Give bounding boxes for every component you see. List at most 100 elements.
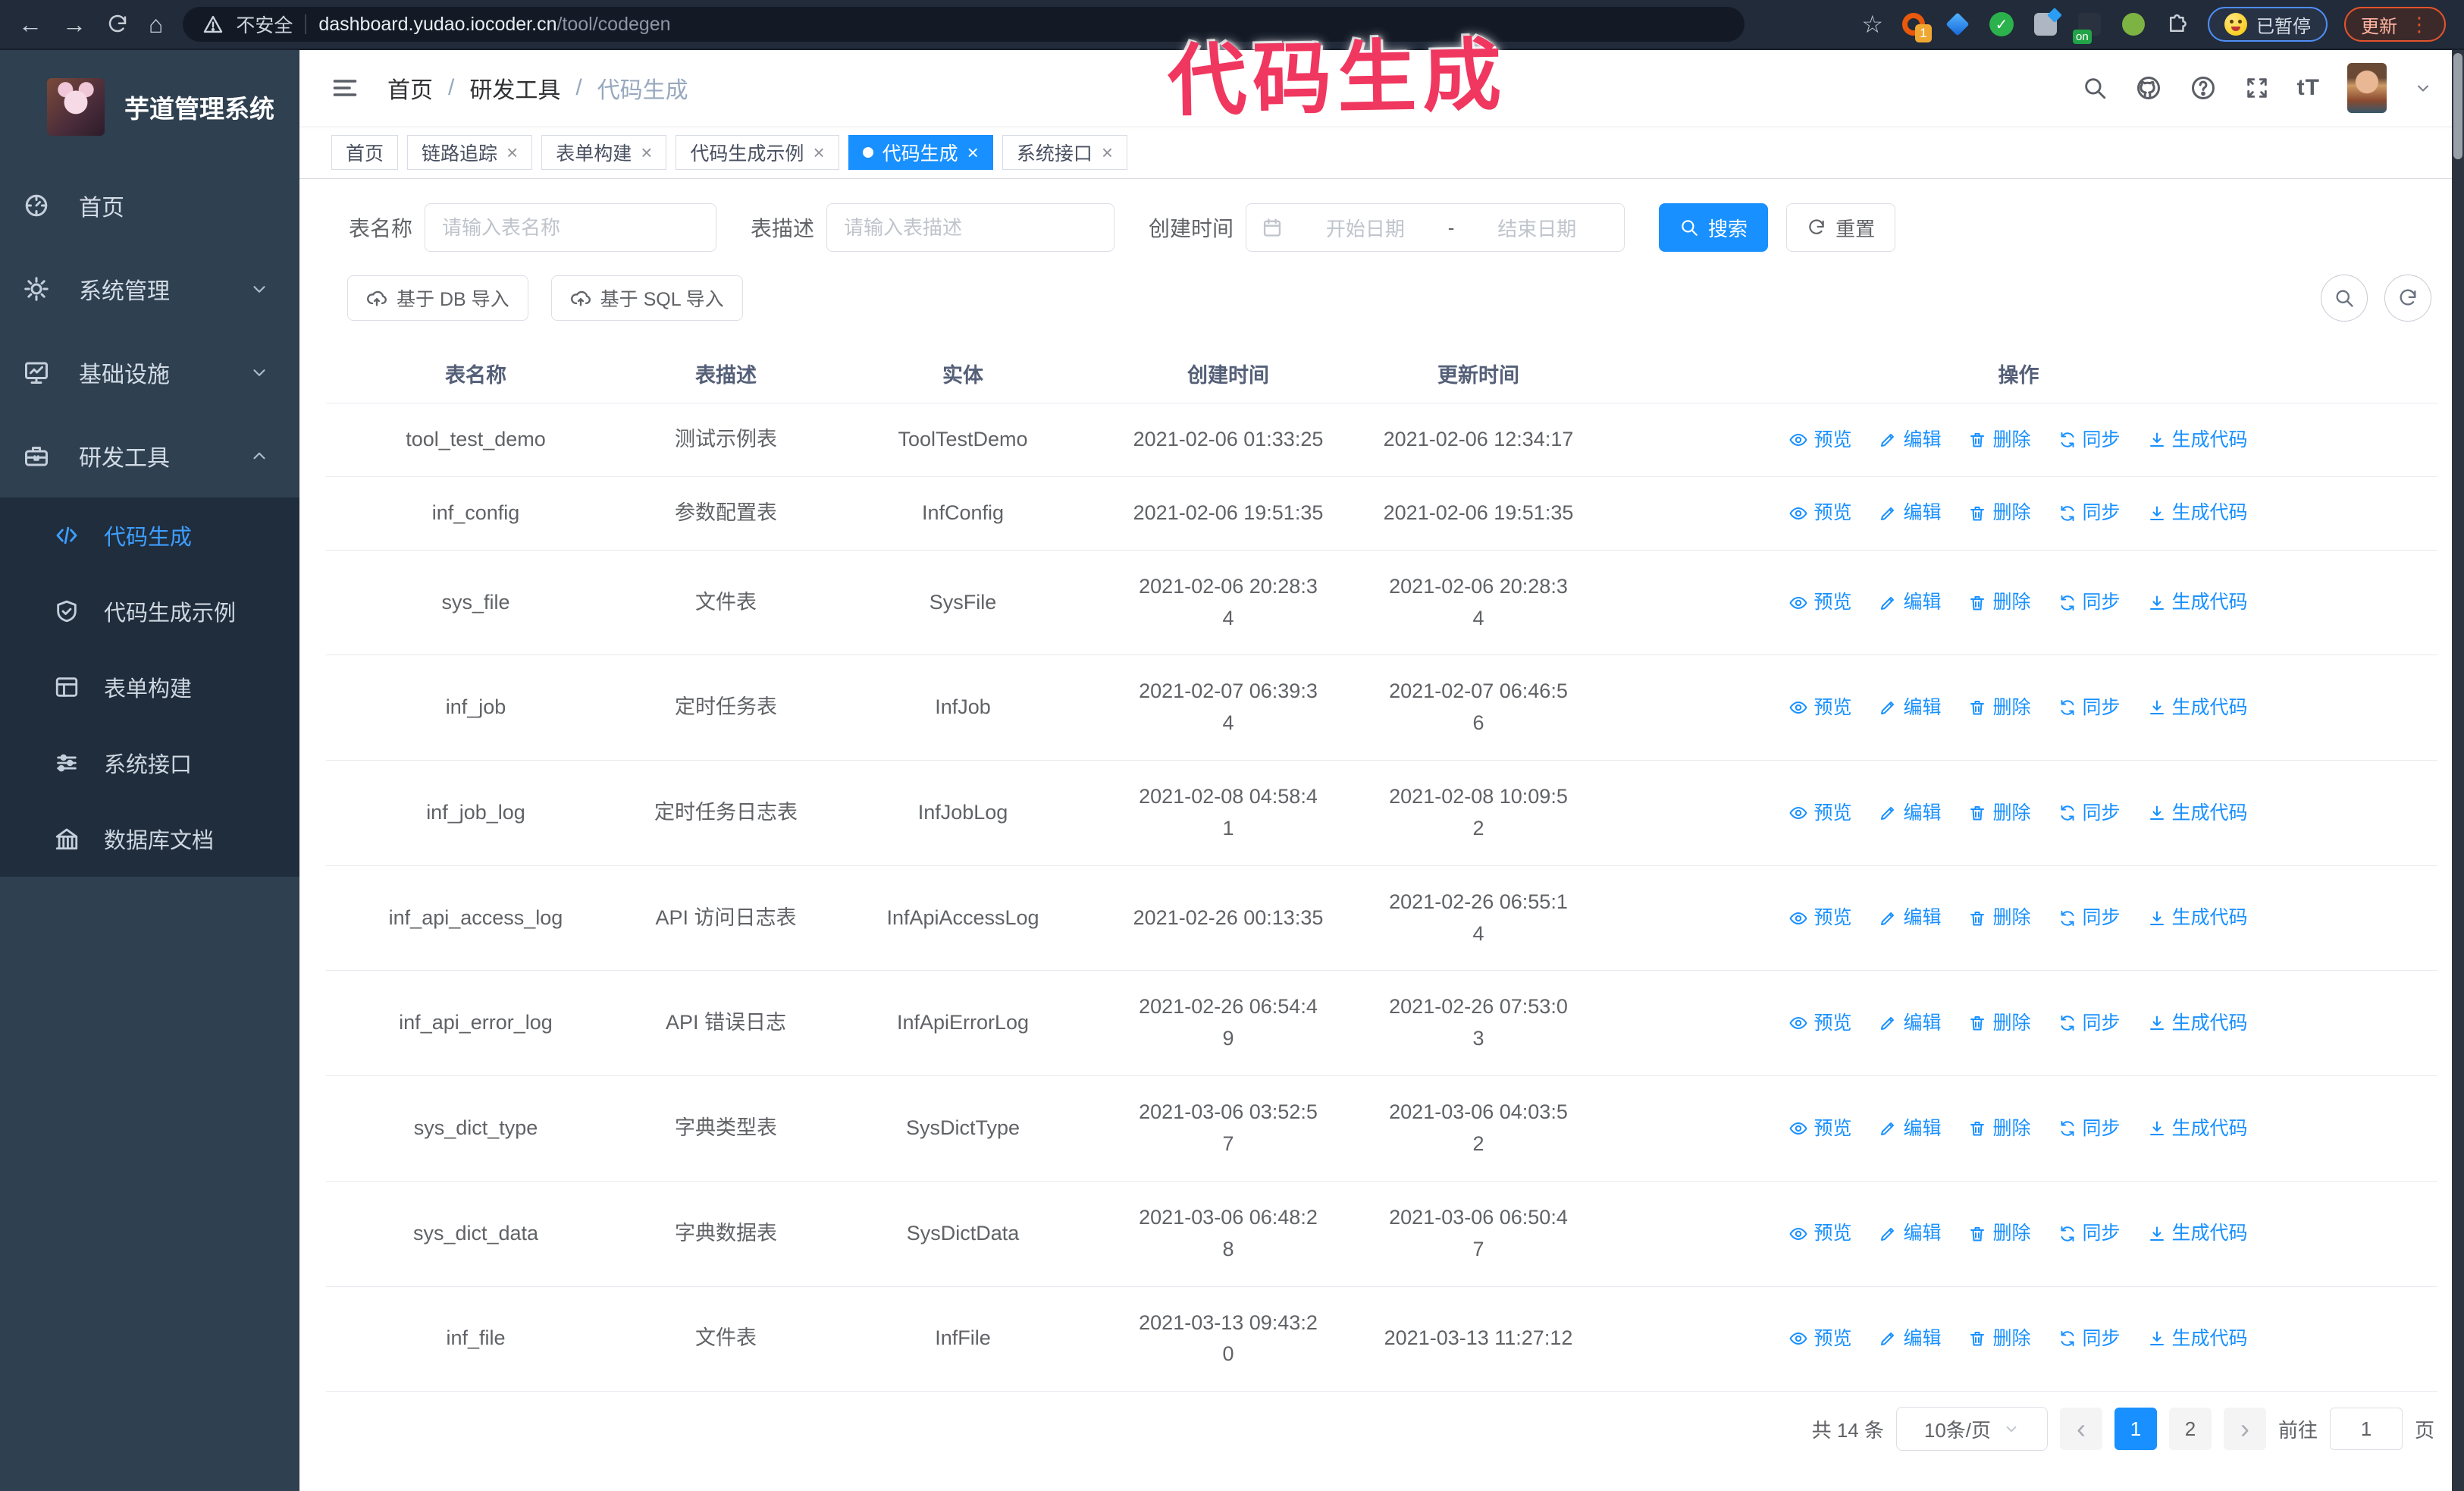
delete-link[interactable]: 删除 [1968, 693, 2031, 723]
back-icon[interactable]: ← [18, 12, 42, 36]
delete-link[interactable]: 删除 [1968, 1114, 2031, 1144]
extension-grid-icon[interactable] [2032, 11, 2059, 38]
sync-link[interactable]: 同步 [2058, 1324, 2121, 1354]
delete-link[interactable]: 删除 [1968, 1009, 2031, 1038]
table-desc-input[interactable] [826, 203, 1115, 252]
profile-paused-pill[interactable]: 已暂停 [2208, 7, 2328, 42]
font-size-icon[interactable]: tT [2297, 75, 2320, 101]
extension-dark-icon[interactable]: on [2073, 11, 2103, 44]
delete-link[interactable]: 删除 [1968, 903, 2031, 933]
generate-code-link[interactable]: 生成代码 [2148, 1219, 2248, 1248]
sidebar-item-codegen-example[interactable]: 代码生成示例 [0, 573, 299, 649]
sync-link[interactable]: 同步 [2058, 498, 2121, 528]
date-range-picker[interactable]: 开始日期 - 结束日期 [1246, 203, 1625, 252]
page-button-2[interactable]: 2 [2168, 1408, 2212, 1451]
close-icon[interactable]: × [1102, 143, 1113, 162]
close-icon[interactable]: × [813, 143, 824, 162]
sync-link[interactable]: 同步 [2058, 1114, 2121, 1144]
sidebar-item-devtools[interactable]: 研发工具 [0, 414, 299, 498]
sidebar-item-infra[interactable]: 基础设施 [0, 331, 299, 414]
kebab-menu-icon[interactable]: ⋮ [2409, 13, 2429, 36]
extension-diamond-icon[interactable] [1944, 11, 1971, 38]
generate-code-link[interactable]: 生成代码 [2148, 588, 2248, 617]
import-sql-button[interactable]: 基于 SQL 导入 [550, 275, 743, 321]
sidebar-item-db-doc[interactable]: 数据库文档 [0, 801, 299, 877]
chevron-down-icon[interactable] [2414, 79, 2432, 97]
edit-link[interactable]: 编辑 [1879, 799, 1941, 828]
tab-codegen-example[interactable]: 代码生成示例 × [676, 134, 839, 170]
generate-code-link[interactable]: 生成代码 [2148, 1114, 2248, 1144]
edit-link[interactable]: 编辑 [1879, 498, 1941, 528]
preview-link[interactable]: 预览 [1789, 799, 1851, 828]
forward-icon[interactable]: → [62, 12, 86, 36]
breadcrumb-devtools[interactable]: 研发工具 [469, 71, 560, 105]
extensions-puzzle-icon[interactable] [2164, 11, 2191, 38]
sync-link[interactable]: 同步 [2058, 693, 2121, 723]
preview-link[interactable]: 预览 [1789, 1114, 1851, 1144]
tab-home[interactable]: 首页 [331, 134, 399, 170]
edit-link[interactable]: 编辑 [1879, 1009, 1941, 1038]
tab-codegen[interactable]: 代码生成 × [848, 134, 993, 170]
generate-code-link[interactable]: 生成代码 [2148, 799, 2248, 828]
sync-link[interactable]: 同步 [2058, 1219, 2121, 1248]
close-icon[interactable]: × [506, 143, 518, 162]
sidebar-item-home[interactable]: 首页 [0, 164, 299, 247]
sync-link[interactable]: 同步 [2058, 588, 2121, 617]
edit-link[interactable]: 编辑 [1879, 903, 1941, 933]
bookmark-star-icon[interactable]: ☆ [1861, 12, 1883, 36]
edit-link[interactable]: 编辑 [1879, 1219, 1941, 1248]
preview-link[interactable]: 预览 [1789, 1219, 1851, 1248]
sync-link[interactable]: 同步 [2058, 1009, 2121, 1038]
delete-link[interactable]: 删除 [1968, 498, 2031, 528]
edit-link[interactable]: 编辑 [1879, 1324, 1941, 1354]
prev-page-button[interactable]: ‹ [2059, 1408, 2102, 1451]
edit-link[interactable]: 编辑 [1879, 425, 1941, 455]
generate-code-link[interactable]: 生成代码 [2148, 903, 2248, 933]
toggle-search-button[interactable] [2321, 275, 2368, 322]
preview-link[interactable]: 预览 [1789, 903, 1851, 933]
browser-update-button[interactable]: 更新 ⋮ [2344, 7, 2446, 42]
search-icon[interactable] [2082, 75, 2108, 101]
delete-link[interactable]: 删除 [1968, 1324, 2031, 1354]
github-icon[interactable] [2135, 74, 2162, 102]
sidebar-item-system-api[interactable]: 系统接口 [0, 725, 299, 801]
tab-form-builder[interactable]: 表单构建 × [541, 134, 667, 170]
preview-link[interactable]: 预览 [1789, 693, 1851, 723]
next-page-button[interactable]: › [2223, 1408, 2266, 1451]
edit-link[interactable]: 编辑 [1879, 1114, 1941, 1144]
delete-link[interactable]: 删除 [1968, 588, 2031, 617]
delete-link[interactable]: 删除 [1968, 1219, 2031, 1248]
preview-link[interactable]: 预览 [1789, 498, 1851, 528]
delete-link[interactable]: 删除 [1968, 799, 2031, 828]
goto-page-input[interactable] [2329, 1408, 2403, 1451]
refresh-table-button[interactable] [2384, 275, 2431, 322]
sync-link[interactable]: 同步 [2058, 799, 2121, 828]
generate-code-link[interactable]: 生成代码 [2148, 425, 2248, 455]
sync-link[interactable]: 同步 [2058, 903, 2121, 933]
generate-code-link[interactable]: 生成代码 [2148, 498, 2248, 528]
breadcrumb-home[interactable]: 首页 [387, 71, 433, 105]
sidebar-item-form-builder[interactable]: 表单构建 [0, 649, 299, 725]
tab-trace[interactable]: 链路追踪 × [407, 134, 533, 170]
close-icon[interactable]: × [641, 143, 652, 162]
page-size-select[interactable]: 10条/页 [1895, 1407, 2048, 1452]
preview-link[interactable]: 预览 [1789, 1009, 1851, 1038]
hamburger-icon[interactable] [331, 74, 359, 102]
fullscreen-icon[interactable] [2244, 75, 2270, 101]
preview-link[interactable]: 预览 [1789, 588, 1851, 617]
scrollbar-thumb[interactable] [2453, 53, 2462, 159]
app-logo[interactable]: 芋道管理系统 [0, 50, 299, 164]
preview-link[interactable]: 预览 [1789, 425, 1851, 455]
preview-link[interactable]: 预览 [1789, 1324, 1851, 1354]
generate-code-link[interactable]: 生成代码 [2148, 1324, 2248, 1354]
avatar[interactable] [2347, 63, 2387, 113]
generate-code-link[interactable]: 生成代码 [2148, 693, 2248, 723]
sidebar-item-system[interactable]: 系统管理 [0, 247, 299, 331]
search-button[interactable]: 搜索 [1659, 203, 1769, 252]
generate-code-link[interactable]: 生成代码 [2148, 1009, 2248, 1038]
reload-icon[interactable] [106, 13, 129, 36]
edit-link[interactable]: 编辑 [1879, 588, 1941, 617]
reset-button[interactable]: 重置 [1786, 203, 1896, 252]
extension-android-icon[interactable] [2120, 11, 2147, 38]
extension-orange-icon[interactable]: 1 [1900, 11, 1932, 42]
